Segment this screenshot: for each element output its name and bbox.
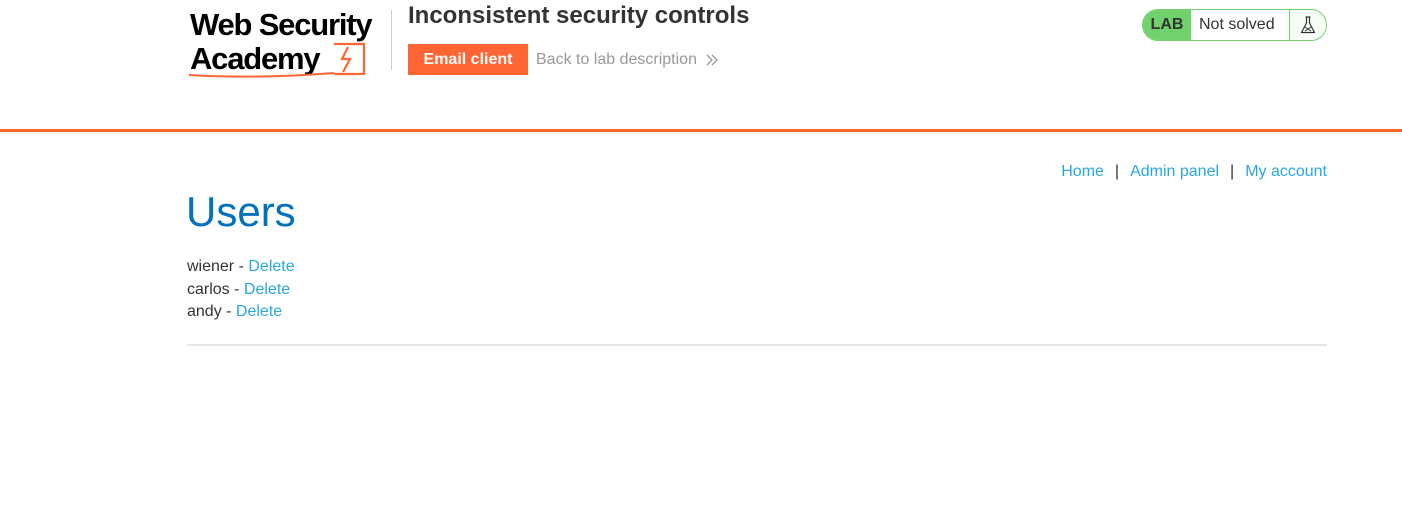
header-divider — [391, 10, 392, 70]
delete-user-link[interactable]: Delete — [236, 303, 282, 320]
site-header: Web Security Academy Inconsistent securi… — [0, 0, 1402, 132]
back-to-lab-description-link[interactable]: Back to lab description — [536, 50, 719, 69]
user-separator: - — [229, 280, 244, 298]
delete-user-link[interactable]: Delete — [244, 281, 290, 298]
delete-user-link[interactable]: Delete — [248, 258, 294, 275]
top-navigation: Home | Admin panel | My account — [1061, 162, 1327, 181]
lightning-bolt-icon — [188, 42, 366, 78]
double-chevron-right-icon — [706, 54, 718, 65]
flask-icon — [1290, 10, 1326, 40]
user-name: wiener — [187, 258, 235, 275]
nav-separator: | — [1230, 163, 1235, 180]
user-list-item: andy - Delete — [187, 301, 295, 324]
user-list: wiener - Delete carlos - Delete andy - D… — [187, 256, 295, 324]
email-client-button[interactable]: Email client — [408, 44, 528, 75]
page-title: Users — [186, 188, 296, 235]
user-list-item: carlos - Delete — [187, 279, 295, 302]
user-separator: - — [234, 258, 249, 275]
user-separator: - — [221, 303, 236, 320]
user-name: carlos — [187, 280, 230, 298]
lab-label: LAB — [1143, 10, 1191, 40]
nav-separator: | — [1114, 163, 1120, 180]
content-divider — [187, 344, 1327, 346]
lab-status-badge: LAB Not solved — [1142, 9, 1327, 41]
back-link-label: Back to lab description — [536, 51, 697, 68]
nav-my-account-link[interactable]: My account — [1245, 162, 1327, 181]
lab-title: Inconsistent security controls — [408, 2, 750, 29]
nav-admin-panel-link[interactable]: Admin panel — [1130, 162, 1219, 181]
user-list-item: wiener - Delete — [187, 256, 295, 279]
lab-status-text: Not solved — [1191, 10, 1290, 40]
web-security-academy-logo[interactable]: Web Security Academy — [188, 6, 388, 80]
user-name: andy — [187, 303, 222, 320]
nav-home-link[interactable]: Home — [1061, 162, 1104, 181]
